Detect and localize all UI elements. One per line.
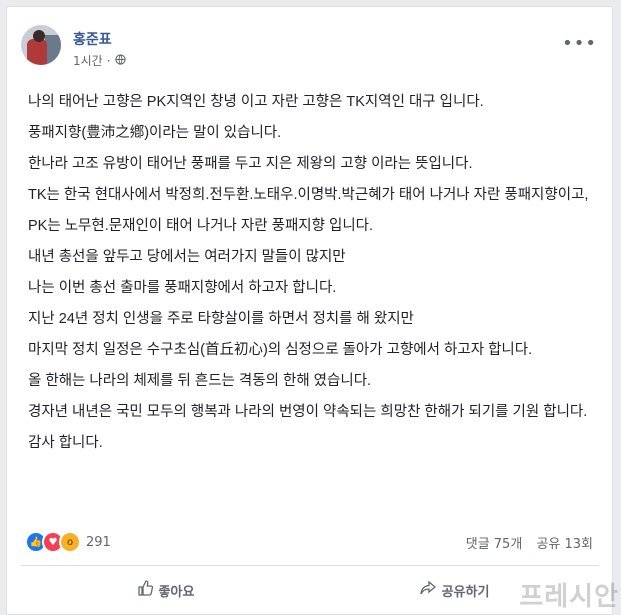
post-card: 홍준표 1시간 · ••• 나의 태어난 고향은 PK지역인 창녕 이고 자란 … xyxy=(6,6,613,615)
post-time[interactable]: 1시간 xyxy=(73,52,103,69)
engagement-counts: 댓글 75개 공유 13회 xyxy=(456,533,593,552)
more-dots-icon[interactable]: ••• xyxy=(562,33,597,54)
post-header: 홍준표 1시간 · ••• xyxy=(21,21,601,75)
post-stats: 👍 ♥ o 291 댓글 75개 공유 13회 xyxy=(25,528,597,554)
like-label: 좋아요 xyxy=(158,584,195,600)
thumbs-up-icon xyxy=(137,580,153,600)
post-paragraph: TK는 한국 현대사에서 박정희.전두환.노태우.이명박.박근혜가 태어 나거나… xyxy=(28,187,589,203)
comment-count[interactable]: 댓글 75개 xyxy=(466,537,523,552)
reaction-count: 291 xyxy=(86,534,111,550)
divider xyxy=(21,565,599,566)
reactions-summary[interactable]: 👍 ♥ o 291 xyxy=(25,531,111,553)
author-name[interactable]: 홍준표 xyxy=(73,29,112,49)
post-paragraph: 감사 합니다. xyxy=(28,435,103,451)
avatar[interactable] xyxy=(21,25,61,65)
share-label: 공유하기 xyxy=(441,584,490,600)
post-paragraph: 나의 태어난 고향은 PK지역인 창녕 이고 자란 고향은 TK지역인 대구 입… xyxy=(28,94,484,110)
post-text: 나의 태어난 고향은 PK지역인 창녕 이고 자란 고향은 TK지역인 대구 입… xyxy=(28,91,598,463)
wow-reaction-icon: o xyxy=(59,531,81,553)
post-paragraph: 한나라 고조 유방이 태어난 풍패를 두고 지은 제왕의 고향 이라는 뜻입니다… xyxy=(28,156,473,172)
action-bar: 좋아요 공유하기 xyxy=(21,575,599,605)
post-paragraph: 지난 24년 정치 인생을 주로 타향살이를 하면서 정치를 해 왔지만 xyxy=(28,311,414,327)
share-count[interactable]: 공유 13회 xyxy=(536,537,593,552)
post-paragraph: 경자년 내년은 국민 모두의 행복과 나라의 번영이 약속되는 희망찬 한해가 … xyxy=(28,404,588,420)
globe-icon xyxy=(114,53,126,68)
like-button[interactable]: 좋아요 xyxy=(21,575,310,605)
post-paragraph: 내년 총선을 앞두고 당에서는 여러가지 말들이 많지만 xyxy=(28,249,346,265)
post-paragraph: 풍패지향(豊沛之鄕)이라는 말이 있습니다. xyxy=(28,125,282,141)
post-paragraph: PK는 노무현.문재인이 태어 나거나 자란 풍패지향 입니다. xyxy=(28,218,374,234)
watermark: 프레시안 xyxy=(519,582,619,612)
post-paragraph: 마지막 정치 일정은 수구초심(首丘初心)의 심정으로 돌아가 고향에서 하고자… xyxy=(28,342,533,358)
post-paragraph: 올 한해는 나라의 체제를 뒤 흔드는 격동의 한해 였습니다. xyxy=(28,373,372,389)
share-arrow-icon xyxy=(419,580,436,600)
post-paragraph: 나는 이번 총선 출마를 풍패지향에서 하고자 합니다. xyxy=(28,280,337,296)
post-meta: 1시간 · xyxy=(73,52,126,69)
